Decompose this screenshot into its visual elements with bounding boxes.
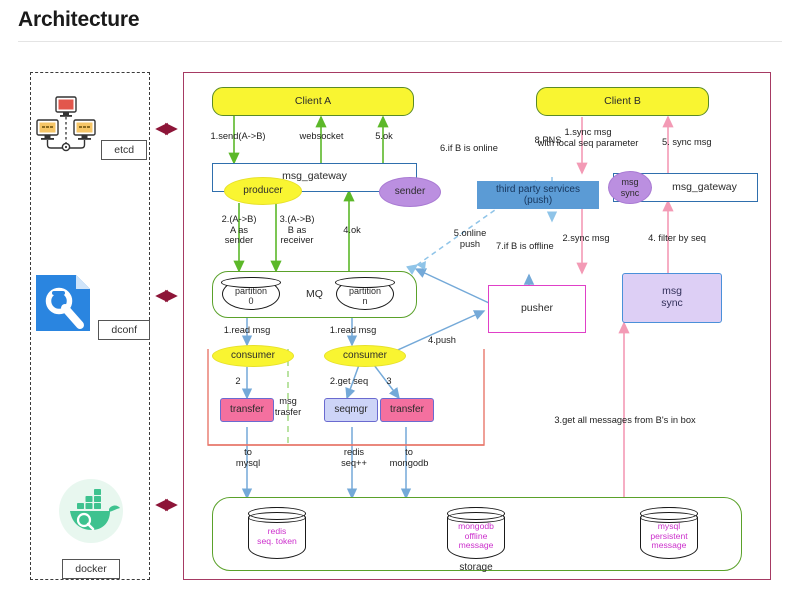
label-redis-seq: redis seq++: [341, 447, 367, 468]
infra-label-etcd: etcd: [101, 140, 148, 160]
label-4-push: 4.push: [428, 335, 456, 345]
node-msg-sync-ellipse[interactable]: msg sync: [608, 171, 652, 204]
node-msg-sync-box[interactable]: msg sync: [622, 273, 722, 323]
node-third-party-services[interactable]: third party services (push): [477, 181, 599, 209]
dconf-wrench-icon: [35, 275, 90, 331]
architecture-diagram-panel: Client A Client B msg_gateway producer s…: [183, 72, 771, 580]
label-b-as-receiver: 3.(A->B) B as receiver: [279, 214, 315, 246]
label-5-sync-msg: 5. sync msg: [662, 137, 712, 147]
label-online-push: 5.online push: [453, 228, 487, 249]
label-to-mongodb: to mongodb: [389, 447, 429, 468]
title-divider: [18, 41, 782, 42]
db-redis[interactable]: redis seq. token: [247, 506, 307, 559]
label-to-mysql: to mysql: [235, 447, 261, 468]
infra-item-dconf[interactable]: dconf: [31, 273, 151, 340]
label-send-a-b: 1.send(A->B): [210, 131, 266, 141]
node-producer[interactable]: producer: [224, 177, 302, 205]
db-mongodb-label: mongodb offline message: [458, 521, 494, 551]
node-seqmgr[interactable]: seqmgr: [324, 398, 378, 422]
infra-label-docker: docker: [62, 559, 120, 579]
node-consumer-left[interactable]: consumer: [212, 345, 294, 367]
label-3: 3: [386, 376, 392, 386]
label-read-msg-left: 1.read msg: [223, 325, 271, 335]
label-2: 2: [235, 376, 241, 386]
node-client-b[interactable]: Client B: [536, 87, 709, 116]
node-consumer-right[interactable]: consumer: [324, 345, 406, 367]
db-mongodb[interactable]: mongodb offline message: [446, 506, 506, 559]
db-redis-label: redis seq. token: [257, 525, 297, 546]
node-storage-label: storage: [459, 562, 493, 573]
infra-item-etcd[interactable]: etcd: [31, 95, 151, 160]
label-2-sync-msg: 2.sync msg: [562, 233, 610, 243]
node-pusher[interactable]: pusher: [488, 285, 586, 333]
infra-label-dconf: dconf: [98, 320, 151, 340]
docker-whale-icon: [59, 479, 123, 543]
label-msg-transfer: msg trasfer: [274, 396, 302, 417]
label-read-msg-right: 1.read msg: [329, 325, 377, 335]
infra-item-docker[interactable]: docker: [31, 478, 151, 579]
node-client-a[interactable]: Client A: [212, 87, 414, 116]
db-mysql-label: mysql persistent message: [650, 521, 688, 551]
label-get-seq: 2.get seq: [329, 376, 369, 386]
label-sync-msg-local-seq: 1.sync msg with local seq parameter: [537, 127, 639, 148]
label-websocket: websocket: [299, 131, 344, 141]
infrastructure-panel: etcd dconf docker: [30, 72, 151, 580]
db-mysql[interactable]: mysql persistent message: [639, 506, 699, 559]
label-5-ok: 5.ok: [375, 131, 393, 141]
label-4-filter-by-seq: 4. filter by seq: [648, 233, 706, 243]
label-get-all-messages: 3.get all messages from B's in box: [554, 415, 696, 425]
page-title: Architecture: [18, 8, 140, 31]
node-sender[interactable]: sender: [379, 177, 441, 207]
node-partition-0[interactable]: partition 0: [221, 277, 281, 310]
node-partition-n[interactable]: partition n: [335, 277, 395, 310]
node-transfer-right[interactable]: transfer: [380, 398, 434, 422]
etcd-cluster-icon: [36, 96, 96, 152]
label-4-ok: 4.ok: [343, 225, 361, 235]
